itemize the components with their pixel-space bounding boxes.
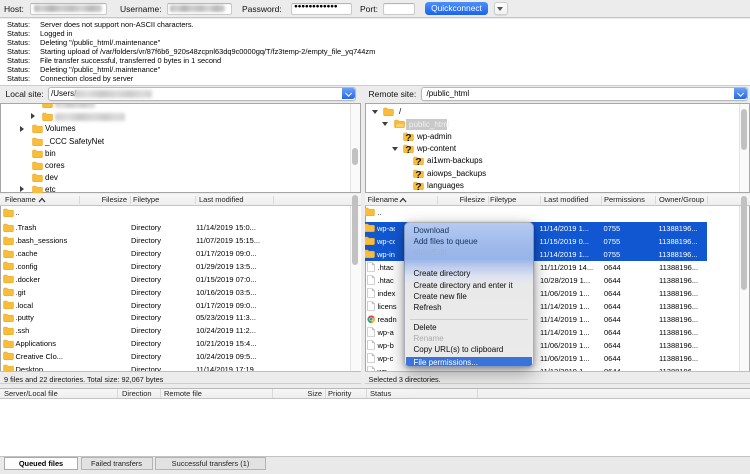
svg-text:?: ? xyxy=(405,132,411,144)
svg-text:?: ? xyxy=(405,144,411,156)
svg-text:?: ? xyxy=(415,169,421,181)
svg-text:?: ? xyxy=(415,156,421,168)
svg-text:?: ? xyxy=(415,181,421,192)
